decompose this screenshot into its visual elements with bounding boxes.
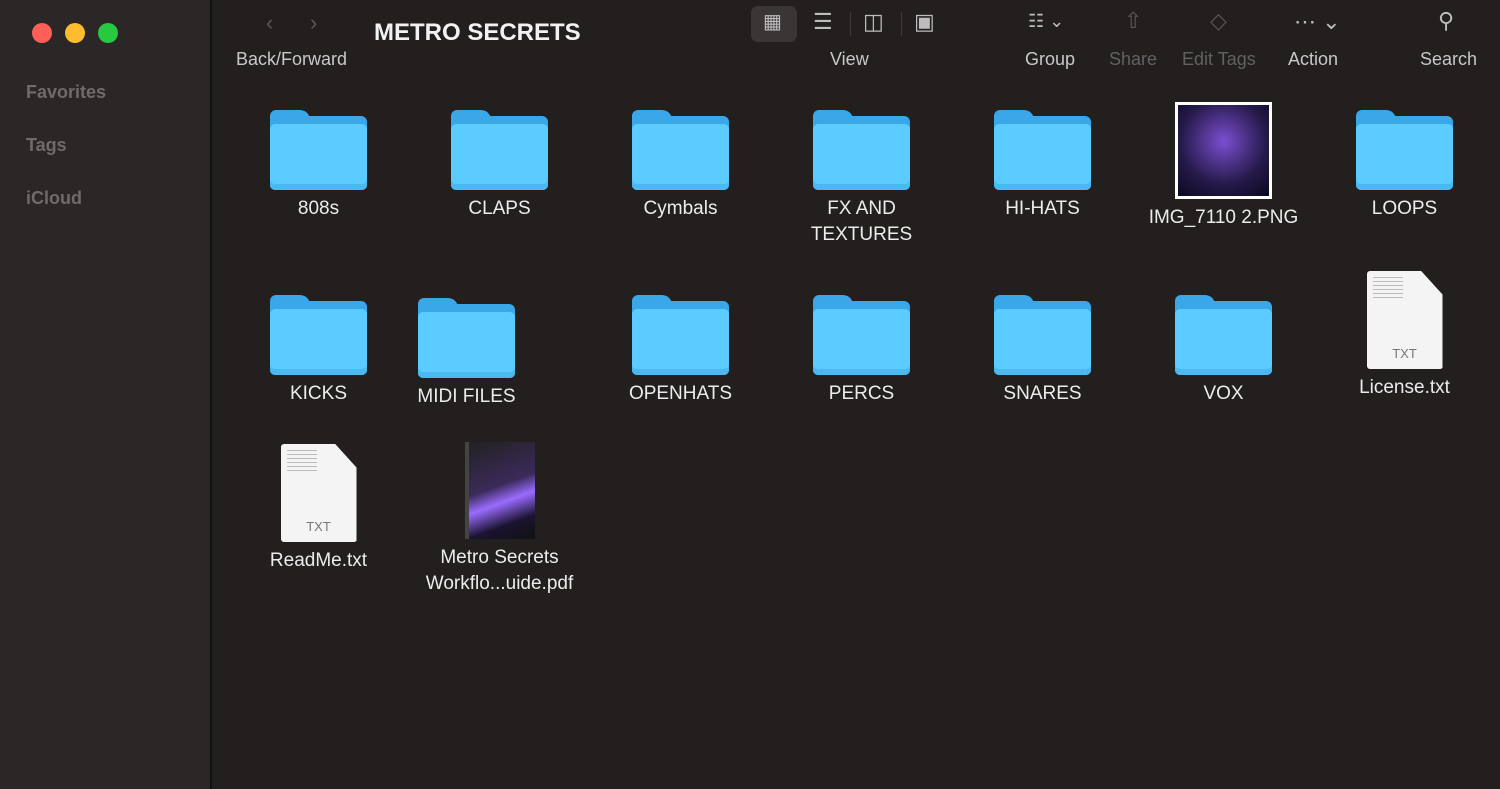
file-item[interactable]: Cymbals	[590, 110, 771, 222]
folder-icon	[270, 110, 367, 190]
file-name: Cymbals	[643, 198, 718, 219]
search-icon[interactable]: ⚲	[1438, 10, 1454, 32]
folder-icon	[813, 110, 910, 190]
folder-icon	[994, 295, 1091, 375]
back-forward-label: Back/Forward	[236, 49, 348, 69]
grid-view-icon[interactable]: ▦	[763, 12, 782, 32]
file-item[interactable]: SNARES	[952, 295, 1133, 407]
divider	[901, 12, 902, 36]
file-item[interactable]: OPENHATS	[590, 295, 771, 407]
file-name: PERCS	[828, 383, 895, 404]
file-item[interactable]: PERCS	[771, 295, 952, 407]
sidebar-item-favorites[interactable]: Favorites	[26, 82, 106, 103]
action-label[interactable]: Action	[1288, 49, 1338, 70]
pdf-thumbnail	[464, 442, 535, 539]
traffic-lights	[32, 23, 118, 43]
folder-icon	[994, 110, 1091, 190]
file-item[interactable]: HI-HATS	[952, 110, 1133, 222]
column-view-icon[interactable]: ◫	[863, 11, 884, 33]
file-item[interactable]: MIDI FILES	[376, 298, 557, 410]
file-name: ReadMe.txt	[269, 550, 368, 571]
folder-icon	[1175, 295, 1272, 375]
file-item[interactable]: IMG_7110 2.PNG	[1133, 102, 1314, 231]
sidebar-item-icloud[interactable]: iCloud	[26, 188, 82, 209]
file-name: Metro Secrets Workflo...uide.pdf	[425, 547, 574, 594]
share-label: Share	[1109, 49, 1158, 69]
file-item[interactable]: TXT ReadMe.txt	[228, 444, 409, 574]
file-name: CLAPS	[468, 198, 531, 219]
folder-icon	[270, 295, 367, 375]
image-thumbnail	[1175, 102, 1272, 199]
folder-icon	[632, 295, 729, 375]
gallery-view-icon[interactable]: ▣	[914, 11, 935, 33]
folder-icon	[418, 298, 515, 378]
file-name: VOX	[1203, 383, 1244, 404]
file-name: MIDI FILES	[417, 386, 516, 407]
file-name: LOOPS	[1371, 198, 1438, 219]
file-item[interactable]: 808s	[228, 110, 409, 222]
file-item[interactable]: LOOPS	[1314, 110, 1495, 222]
text-file-icon: TXT	[1366, 271, 1443, 369]
close-button[interactable]	[32, 23, 52, 43]
file-item[interactable]: VOX	[1133, 295, 1314, 407]
sidebar: Favorites Tags iCloud	[0, 0, 212, 789]
edit-tags-label: Edit Tags	[1182, 49, 1256, 69]
search-label[interactable]: Search	[1420, 49, 1477, 70]
folder-icon	[632, 110, 729, 190]
folder-icon	[1356, 110, 1453, 190]
list-view-icon[interactable]: ☰	[813, 11, 833, 33]
file-name: HI-HATS	[1005, 198, 1080, 219]
divider	[850, 12, 851, 36]
file-name: License.txt	[1359, 377, 1450, 398]
group-label[interactable]: Group	[1025, 49, 1075, 70]
minimize-button[interactable]	[65, 23, 85, 43]
text-file-icon: TXT	[280, 444, 357, 542]
share-icon: ⇧	[1124, 8, 1143, 33]
folder-icon	[813, 295, 910, 375]
file-item[interactable]: CLAPS	[409, 110, 590, 222]
file-name: 808s	[297, 198, 340, 219]
file-name: IMG_7110 2.PNG	[1148, 207, 1299, 228]
file-name: FX AND TEXTURES	[810, 198, 913, 245]
tag-icon: ◇	[1210, 8, 1227, 33]
folder-icon	[451, 110, 548, 190]
file-item[interactable]: Metro Secrets Workflo...uide.pdf	[409, 442, 590, 597]
action-ellipsis-icon[interactable]: ⋯ ⌄	[1294, 11, 1341, 33]
forward-chevron-icon[interactable]: ›	[310, 12, 317, 34]
zoom-button[interactable]	[98, 23, 118, 43]
file-name: OPENHATS	[628, 383, 733, 404]
sidebar-item-tags[interactable]: Tags	[26, 135, 67, 156]
file-name: SNARES	[1003, 383, 1082, 404]
back-chevron-icon[interactable]: ‹	[266, 12, 273, 34]
file-item[interactable]: TXT License.txt	[1314, 271, 1495, 401]
group-icon[interactable]: ☷ ⌄	[1028, 12, 1064, 30]
view-label: View	[830, 49, 869, 69]
file-item[interactable]: FX AND TEXTURES	[771, 110, 952, 248]
window-title: METRO SECRETS	[374, 19, 581, 46]
